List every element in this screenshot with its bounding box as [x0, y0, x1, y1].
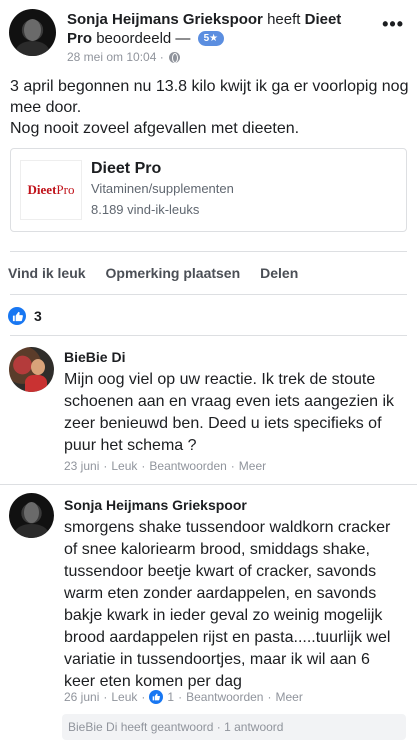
rating-badge: 5★: [197, 31, 225, 46]
share-button[interactable]: Delen: [260, 265, 298, 281]
replies-summary[interactable]: BieBie Di heeft geantwoord · 1 antwoord: [62, 714, 406, 740]
comment-reply-button[interactable]: Beantwoorden: [186, 690, 263, 704]
reactions-summary[interactable]: 3: [8, 307, 42, 325]
thumbs-up-icon: [149, 690, 164, 704]
commenter-name[interactable]: BieBie Di: [64, 349, 125, 365]
comment-more-button[interactable]: Meer: [239, 459, 266, 473]
thumbs-up-icon: [8, 307, 26, 325]
reaction-count: 3: [34, 308, 42, 324]
comment-date[interactable]: 26 juni: [64, 690, 99, 704]
comment-text: smorgens shake tussendoor waldkorn crack…: [64, 519, 391, 690]
action-text: heeft: [267, 11, 301, 28]
page-card[interactable]: Dieet Pro Dieet Pro Vitaminen/supplemente…: [10, 148, 407, 232]
divider: [10, 335, 407, 336]
post-timestamp[interactable]: 28 mei om 10:04 ·: [67, 50, 164, 64]
comment-reply-button[interactable]: Beantwoorden: [149, 459, 226, 473]
divider: [10, 294, 407, 295]
comment-meta: 23 juni · Leuk · Beantwoorden · Meer: [64, 459, 267, 473]
commenter-avatar[interactable]: [9, 347, 54, 392]
comment-meta: 26 juni · Leuk · 1 · Beantwoorden · Meer: [64, 690, 303, 704]
divider: [0, 484, 417, 485]
page-card-name[interactable]: Dieet Pro: [91, 160, 161, 178]
post-header: Sonja Heijmans Griekspoor heeft Dieet Pr…: [67, 10, 367, 48]
globe-icon: [168, 51, 180, 63]
comment-button[interactable]: Opmerking plaatsen: [106, 265, 241, 281]
commenter-avatar[interactable]: [9, 493, 54, 538]
comment-like-button[interactable]: Leuk: [111, 690, 137, 704]
post: Sonja Heijmans Griekspoor heeft Dieet Pr…: [0, 0, 417, 744]
verb-text: beoordeeld —: [96, 30, 191, 47]
post-text: 3 april begonnen nu 13.8 kilo kwijt ik g…: [10, 78, 409, 137]
page-card-category: Vitaminen/supplementen: [91, 181, 234, 196]
comment-like-button[interactable]: Leuk: [111, 459, 137, 473]
post-meta: 28 mei om 10:04 ·: [67, 50, 180, 64]
comment-more-button[interactable]: Meer: [275, 690, 302, 704]
page-card-likes: 8.189 vind-ik-leuks: [91, 202, 200, 217]
comment-text: Mijn oog viel op uw reactie. Ik trek de …: [64, 371, 395, 454]
commenter-name[interactable]: Sonja Heijmans Griekspoor: [64, 497, 247, 513]
comment-like-count[interactable]: 1: [167, 690, 174, 704]
page-logo: Dieet Pro: [20, 160, 82, 220]
author-avatar[interactable]: [9, 9, 56, 56]
comment-date[interactable]: 23 juni: [64, 459, 99, 473]
like-button[interactable]: Vind ik leuk: [8, 265, 86, 281]
author-name[interactable]: Sonja Heijmans Griekspoor: [67, 11, 263, 28]
divider: [10, 251, 407, 252]
more-options-icon[interactable]: •••: [382, 14, 404, 35]
action-bar: Vind ik leuk Opmerking plaatsen Delen: [8, 265, 318, 281]
